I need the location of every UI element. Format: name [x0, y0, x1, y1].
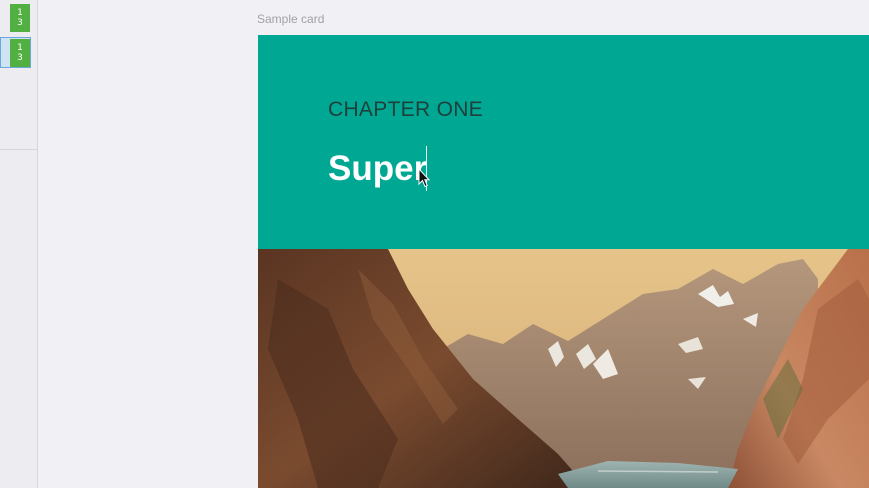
slide-thumbnail-2[interactable]: 1 3 — [10, 39, 30, 67]
card-header[interactable]: CHAPTER ONE Super — [258, 35, 869, 249]
slide-thumbnail-number: 1 — [17, 43, 23, 53]
fjord-mountains-image[interactable] — [258, 249, 869, 488]
chapter-eyebrow-text[interactable]: CHAPTER ONE — [328, 98, 483, 122]
headline-text[interactable]: Super — [328, 149, 427, 189]
mouse-pointer-icon — [418, 168, 430, 188]
slide-thumbnail-1[interactable]: 1 3 — [10, 4, 30, 32]
slide-thumbnail-rail: 1 3 1 3 — [0, 0, 38, 488]
card-name-label: Sample card — [257, 12, 325, 26]
rail-divider — [0, 149, 37, 150]
slide-thumbnail-count: 3 — [17, 53, 23, 63]
card[interactable]: CHAPTER ONE Super — [258, 35, 869, 488]
slide-thumbnail-count: 3 — [17, 18, 23, 28]
slide-thumbnail-number: 1 — [17, 8, 23, 18]
fjord-photo-illustration — [258, 249, 869, 488]
editor-window: 1 3 1 3 Sample card CHAPTER ONE Super — [0, 0, 869, 488]
